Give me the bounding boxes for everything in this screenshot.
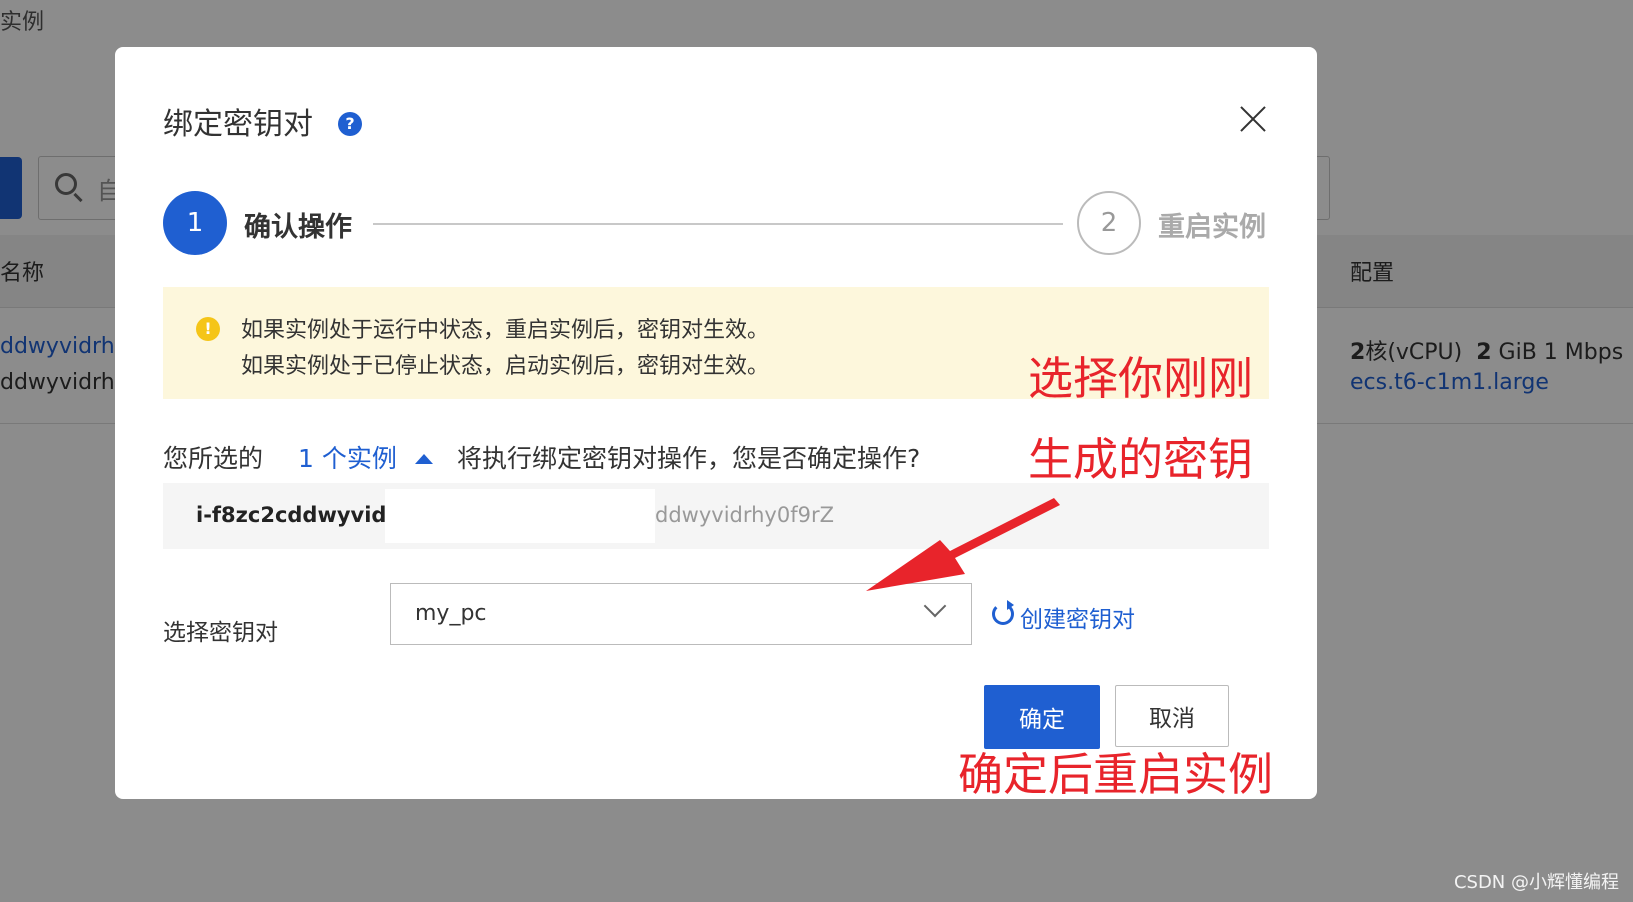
annotation-line-3: 确定后重启实例 <box>958 748 1274 801</box>
annotation-arrow <box>866 498 1060 591</box>
annotation-line-2: 生成的密钥 <box>1028 433 1254 486</box>
annotation-line-1: 选择你刚刚 <box>1028 352 1254 405</box>
watermark: CSDN @小辉懂编程 <box>1453 872 1619 893</box>
arrow-shape <box>866 498 1060 591</box>
